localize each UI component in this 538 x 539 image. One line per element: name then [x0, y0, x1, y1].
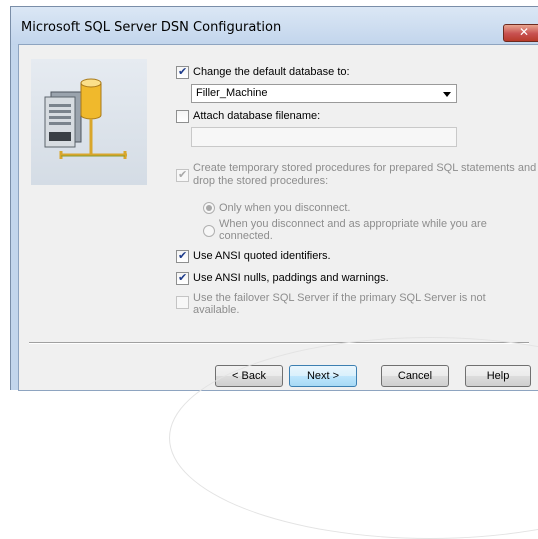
database-select-value: Filler_Machine: [196, 87, 268, 99]
temp-procs-label-line1: Create temporary stored procedures for p…: [193, 162, 537, 174]
close-icon: ✕: [518, 25, 530, 39]
window-title: Microsoft SQL Server DSN Configuration: [21, 20, 282, 35]
cancel-button[interactable]: Cancel: [381, 365, 449, 387]
next-button[interactable]: Next >: [289, 365, 357, 387]
attach-db-filename-field[interactable]: [191, 127, 457, 147]
chevron-down-icon[interactable]: [443, 92, 451, 97]
close-button[interactable]: ✕: [503, 24, 538, 42]
failover-label-line2: available.: [193, 304, 240, 316]
ansi-nulls-label: Use ANSI nulls, paddings and warnings.: [193, 272, 389, 284]
ansi-nulls-checkbox[interactable]: [176, 271, 189, 285]
disconnect-and-appropriate-radio[interactable]: [203, 225, 215, 237]
database-server-icon: [44, 78, 127, 159]
only-on-disconnect-label: Only when you disconnect.: [219, 202, 351, 214]
dialog-window: Microsoft SQL Server DSN Configuration ✕: [10, 6, 538, 539]
back-button[interactable]: < Back: [215, 365, 283, 387]
attach-db-checkbox[interactable]: [176, 110, 189, 123]
disconnect-and-appropriate-label-line2: connected.: [219, 230, 273, 242]
database-select[interactable]: Filler_Machine: [191, 84, 457, 103]
ansi-quoted-label: Use ANSI quoted identifiers.: [193, 250, 331, 262]
only-on-disconnect-radio[interactable]: [203, 202, 215, 214]
failover-checkbox[interactable]: [176, 296, 189, 309]
wizard-illustration: [31, 59, 147, 185]
button-separator: [29, 342, 529, 344]
attach-db-label: Attach database filename:: [193, 110, 321, 122]
change-default-db-label: Change the default database to:: [193, 66, 350, 78]
ansi-quoted-checkbox[interactable]: [176, 249, 189, 263]
change-default-db-checkbox[interactable]: [176, 65, 189, 79]
title-bar[interactable]: Microsoft SQL Server DSN Configuration ✕: [11, 7, 538, 45]
temp-procs-label-line2: drop the stored procedures:: [193, 175, 329, 187]
temp-procs-checkbox[interactable]: [176, 168, 189, 182]
dialog-body: Change the default database to: Filler_M…: [18, 44, 538, 539]
help-button[interactable]: Help: [465, 365, 531, 387]
